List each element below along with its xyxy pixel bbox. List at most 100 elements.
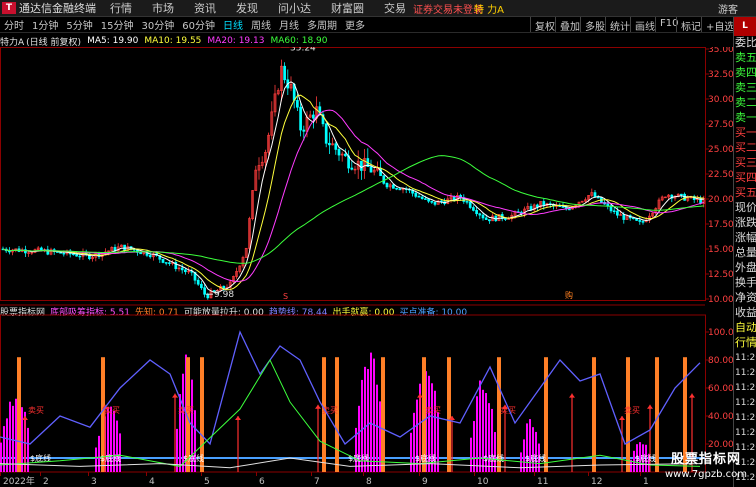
period-weekly[interactable]: 周线 — [251, 17, 271, 32]
candle-body — [337, 149, 341, 156]
period-more[interactable]: 更多 — [345, 17, 365, 32]
title-bar: T 通达信金融终端 行情 市场 资讯 发现 问小达 财富圈 交易 证券交易未登录… — [0, 0, 756, 17]
time-axis-label: 1 — [643, 477, 649, 487]
candle-body — [468, 201, 472, 208]
price-axis-label: 10.00 — [708, 295, 733, 305]
period-5min[interactable]: 5分钟 — [66, 17, 92, 32]
magenta-bar — [119, 433, 121, 472]
quote-label: 卖二 — [735, 96, 756, 109]
menu-jiaoyi[interactable]: 交易 — [384, 0, 406, 16]
candle-body — [350, 167, 354, 170]
period-60min[interactable]: 60分钟 — [182, 17, 215, 32]
candle-body — [622, 214, 626, 220]
orange-bar — [592, 357, 596, 472]
magenta-bar — [535, 431, 537, 472]
chart-mode[interactable]: (日线 前复权) — [26, 35, 81, 48]
magenta-bar — [370, 352, 372, 472]
guest-login[interactable]: 游客 — [718, 1, 738, 16]
magenta-bar — [15, 398, 17, 472]
menu-caifuquan[interactable]: 财富圈 — [331, 0, 364, 16]
quote-label: 现价 — [735, 201, 756, 214]
price-panel — [0, 47, 706, 301]
menu-zixun[interactable]: 资讯 — [194, 0, 216, 16]
time-axis-label: 8 — [366, 477, 372, 487]
period-multi[interactable]: 多周期 — [307, 17, 337, 32]
quote-label: 11:26 — [735, 368, 756, 378]
quote-label: 总量 — [735, 246, 756, 259]
period-15min[interactable]: 15分钟 — [101, 17, 134, 32]
quote-label: 委比 — [735, 36, 756, 49]
sell-signal-label: 卖买 — [322, 406, 338, 415]
orange-bar — [381, 357, 385, 472]
candle-body — [139, 252, 142, 255]
candle-body — [382, 175, 386, 184]
candle-body — [593, 192, 597, 198]
indicator-panel — [0, 314, 706, 473]
candle-body — [328, 142, 331, 146]
candle-body — [296, 100, 299, 108]
menu-shichang[interactable]: 市场 — [152, 0, 174, 16]
menu-faxian[interactable]: 发现 — [236, 0, 258, 16]
bottom-signal-label: $底线 — [415, 453, 436, 463]
quote-label: 换手 — [735, 276, 756, 289]
watermark-url: www.7gpzb.com — [665, 469, 747, 480]
quote-label: 卖三 — [735, 81, 756, 94]
candle-body — [222, 285, 226, 289]
quote-label: 买一 — [735, 126, 756, 139]
magenta-bar — [526, 423, 528, 472]
candle-body — [180, 267, 184, 271]
magenta-bar — [373, 358, 375, 472]
candle-body — [395, 187, 398, 190]
menu-wenxiaoda[interactable]: 问小达 — [278, 0, 311, 16]
period-30min[interactable]: 30分钟 — [141, 17, 174, 32]
trade-login-notice[interactable]: 证券交易未登录 — [413, 1, 483, 16]
time-axis-label: 9 — [422, 477, 428, 487]
candle-body — [427, 198, 430, 202]
candle-body — [465, 201, 469, 203]
signal-arrow — [619, 416, 625, 420]
candle-body — [561, 206, 565, 208]
bottom-marker: 购 — [565, 290, 573, 300]
candle-body — [72, 253, 75, 256]
candle-body — [62, 252, 66, 255]
quote-label: 行情 — [735, 336, 756, 349]
price-axis-label: 17.50 — [708, 220, 733, 230]
signal-arrow — [569, 393, 575, 398]
quote-label: 卖一 — [735, 111, 756, 124]
candle-marker: S — [283, 292, 288, 301]
time-axis-label: 7 — [314, 477, 320, 487]
candle-body — [312, 114, 315, 119]
quote-label: 涨跌 — [735, 216, 756, 229]
chart-area[interactable]: 卖买 卖买 卖买 卖买 卖买 卖买 卖买$底线 $底线 $底线 $底线 $底线 $底线 $底线 $底线 3… — [0, 47, 733, 487]
price-axis-label: 25.00 — [708, 145, 733, 155]
candle-body — [596, 196, 600, 199]
period-1min[interactable]: 1分钟 — [32, 17, 58, 32]
candle-body — [568, 208, 571, 211]
candle-body — [616, 210, 619, 216]
candle-body — [78, 255, 82, 258]
bottom-signal-label: $底线 — [483, 453, 504, 463]
quote-label: 11:26 — [735, 383, 756, 393]
candle-body — [75, 254, 78, 257]
magenta-bar — [376, 384, 378, 472]
time-axis-label: 6 — [259, 477, 265, 487]
ind-axis-label: 80.00 — [708, 356, 733, 366]
candle-body — [283, 65, 286, 81]
time-axis-label: 2 — [43, 477, 49, 487]
time-axis-label: 11 — [537, 477, 548, 487]
candle-body — [164, 262, 168, 264]
candle-body — [420, 196, 424, 200]
magenta-bar — [0, 442, 2, 472]
app-logo-icon: T — [2, 2, 16, 14]
low-label: 9.98 — [214, 290, 234, 300]
period-fenshi[interactable]: 分时 — [4, 17, 24, 32]
period-monthly[interactable]: 月线 — [279, 17, 299, 32]
time-axis-label: 12 — [591, 477, 602, 487]
menu-hangqing[interactable]: 行情 — [110, 0, 132, 16]
candle-body — [184, 269, 187, 273]
candle-body — [606, 203, 610, 207]
panel-badge[interactable]: L — [734, 17, 756, 36]
candle-body — [424, 198, 427, 200]
candle-body — [632, 217, 635, 220]
period-daily[interactable]: 日线 — [223, 17, 243, 32]
